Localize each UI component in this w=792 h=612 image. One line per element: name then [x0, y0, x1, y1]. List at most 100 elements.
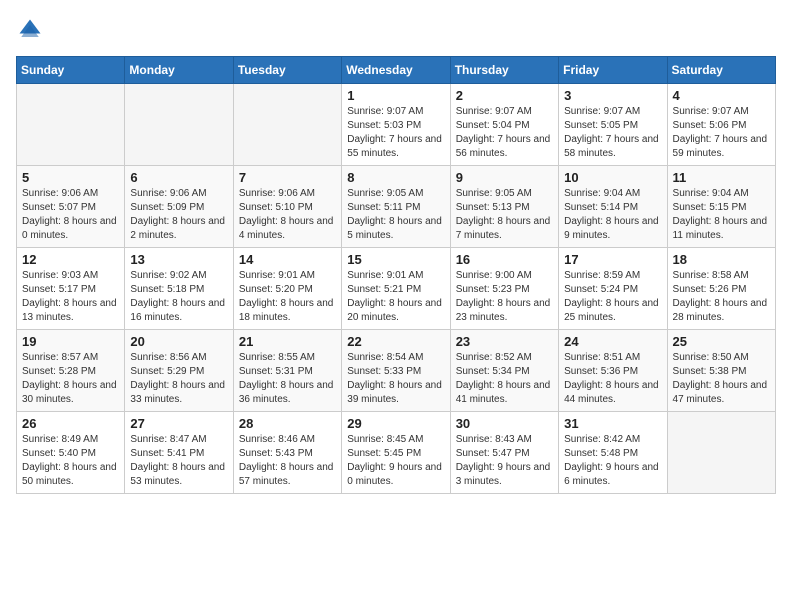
- day-info: Sunrise: 8:50 AM Sunset: 5:38 PM Dayligh…: [673, 351, 770, 407]
- day-info: Sunrise: 9:01 AM Sunset: 5:21 PM Dayligh…: [347, 269, 444, 325]
- day-number: 21: [239, 334, 336, 349]
- calendar-cell: 1 Sunrise: 9:07 AM Sunset: 5:03 PM Daylig…: [342, 84, 450, 166]
- calendar-cell: 22 Sunrise: 8:54 AM Sunset: 5:33 PM Dayli…: [342, 330, 450, 412]
- day-info: Sunrise: 8:42 AM Sunset: 5:48 PM Dayligh…: [564, 433, 661, 489]
- calendar-cell: [17, 84, 125, 166]
- calendar-cell: 5Sunrise: 9:06 AM Sunset: 5:07 PM Daylig…: [17, 166, 125, 248]
- day-info: Sunrise: 9:04 AM Sunset: 5:15 PM Dayligh…: [673, 187, 770, 243]
- calendar-week-row: 5Sunrise: 9:06 AM Sunset: 5:07 PM Daylig…: [17, 166, 776, 248]
- day-number: 25: [673, 334, 770, 349]
- day-info: Sunrise: 8:54 AM Sunset: 5:33 PM Dayligh…: [347, 351, 444, 407]
- day-info: Sunrise: 8:43 AM Sunset: 5:47 PM Dayligh…: [456, 433, 553, 489]
- logo-icon: [16, 16, 44, 44]
- day-header-thursday: Thursday: [450, 57, 558, 84]
- day-info: Sunrise: 9:06 AM Sunset: 5:07 PM Dayligh…: [22, 187, 119, 243]
- calendar-cell: 4 Sunrise: 9:07 AM Sunset: 5:06 PM Daylig…: [667, 84, 775, 166]
- calendar-week-row: 26 Sunrise: 8:49 AM Sunset: 5:40 PM Dayli…: [17, 412, 776, 494]
- calendar-cell: 3Sunrise: 9:07 AM Sunset: 5:05 PM Daylig…: [559, 84, 667, 166]
- day-info: Sunrise: 8:46 AM Sunset: 5:43 PM Dayligh…: [239, 433, 336, 489]
- day-info: Sunrise: 8:58 AM Sunset: 5:26 PM Dayligh…: [673, 269, 770, 325]
- day-number: 23: [456, 334, 553, 349]
- calendar-cell: 6Sunrise: 9:06 AM Sunset: 5:09 PM Daylig…: [125, 166, 233, 248]
- calendar-cell: 17 Sunrise: 8:59 AM Sunset: 5:24 PM Dayli…: [559, 248, 667, 330]
- calendar-week-row: 12Sunrise: 9:03 AM Sunset: 5:17 PM Dayli…: [17, 248, 776, 330]
- day-number: 31: [564, 416, 661, 431]
- calendar-cell: [125, 84, 233, 166]
- calendar-cell: 13 Sunrise: 9:02 AM Sunset: 5:18 PM Dayli…: [125, 248, 233, 330]
- page-header: [16, 16, 776, 44]
- calendar-week-row: 19 Sunrise: 8:57 AM Sunset: 5:28 PM Dayli…: [17, 330, 776, 412]
- day-number: 15: [347, 252, 444, 267]
- day-number: 7: [239, 170, 336, 185]
- calendar-cell: [233, 84, 341, 166]
- day-info: Sunrise: 8:55 AM Sunset: 5:31 PM Dayligh…: [239, 351, 336, 407]
- calendar-cell: 7 Sunrise: 9:06 AM Sunset: 5:10 PM Daylig…: [233, 166, 341, 248]
- day-info: Sunrise: 8:51 AM Sunset: 5:36 PM Dayligh…: [564, 351, 661, 407]
- day-number: 20: [130, 334, 227, 349]
- calendar-cell: 28Sunrise: 8:46 AM Sunset: 5:43 PM Dayli…: [233, 412, 341, 494]
- day-info: Sunrise: 8:47 AM Sunset: 5:41 PM Dayligh…: [130, 433, 227, 489]
- day-info: Sunrise: 9:06 AM Sunset: 5:09 PM Dayligh…: [130, 187, 227, 243]
- day-number: 2: [456, 88, 553, 103]
- calendar-cell: 10 Sunrise: 9:04 AM Sunset: 5:14 PM Dayli…: [559, 166, 667, 248]
- day-info: Sunrise: 9:07 AM Sunset: 5:04 PM Dayligh…: [456, 105, 553, 161]
- day-info: Sunrise: 9:06 AM Sunset: 5:10 PM Dayligh…: [239, 187, 336, 243]
- day-info: Sunrise: 9:01 AM Sunset: 5:20 PM Dayligh…: [239, 269, 336, 325]
- logo: [16, 16, 48, 44]
- calendar-cell: [667, 412, 775, 494]
- day-number: 1: [347, 88, 444, 103]
- day-info: Sunrise: 9:07 AM Sunset: 5:06 PM Dayligh…: [673, 105, 770, 161]
- calendar-cell: 19 Sunrise: 8:57 AM Sunset: 5:28 PM Dayli…: [17, 330, 125, 412]
- day-number: 16: [456, 252, 553, 267]
- day-number: 9: [456, 170, 553, 185]
- day-number: 11: [673, 170, 770, 185]
- day-info: Sunrise: 9:02 AM Sunset: 5:18 PM Dayligh…: [130, 269, 227, 325]
- calendar-cell: 30 Sunrise: 8:43 AM Sunset: 5:47 PM Dayli…: [450, 412, 558, 494]
- day-info: Sunrise: 9:05 AM Sunset: 5:13 PM Dayligh…: [456, 187, 553, 243]
- day-info: Sunrise: 8:52 AM Sunset: 5:34 PM Dayligh…: [456, 351, 553, 407]
- calendar-week-row: 1 Sunrise: 9:07 AM Sunset: 5:03 PM Daylig…: [17, 84, 776, 166]
- day-info: Sunrise: 9:05 AM Sunset: 5:11 PM Dayligh…: [347, 187, 444, 243]
- day-header-sunday: Sunday: [17, 57, 125, 84]
- calendar-cell: 21 Sunrise: 8:55 AM Sunset: 5:31 PM Dayli…: [233, 330, 341, 412]
- day-number: 26: [22, 416, 119, 431]
- day-header-tuesday: Tuesday: [233, 57, 341, 84]
- day-number: 18: [673, 252, 770, 267]
- calendar-cell: 16 Sunrise: 9:00 AM Sunset: 5:23 PM Dayli…: [450, 248, 558, 330]
- calendar-table: SundayMondayTuesdayWednesdayThursdayFrid…: [16, 56, 776, 494]
- day-number: 30: [456, 416, 553, 431]
- day-number: 29: [347, 416, 444, 431]
- day-number: 24: [564, 334, 661, 349]
- day-info: Sunrise: 9:04 AM Sunset: 5:14 PM Dayligh…: [564, 187, 661, 243]
- calendar-header-row: SundayMondayTuesdayWednesdayThursdayFrid…: [17, 57, 776, 84]
- day-info: Sunrise: 8:57 AM Sunset: 5:28 PM Dayligh…: [22, 351, 119, 407]
- day-number: 12: [22, 252, 119, 267]
- day-number: 14: [239, 252, 336, 267]
- day-header-saturday: Saturday: [667, 57, 775, 84]
- calendar-cell: 20Sunrise: 8:56 AM Sunset: 5:29 PM Dayli…: [125, 330, 233, 412]
- calendar-cell: 26 Sunrise: 8:49 AM Sunset: 5:40 PM Dayli…: [17, 412, 125, 494]
- calendar-cell: 23 Sunrise: 8:52 AM Sunset: 5:34 PM Dayli…: [450, 330, 558, 412]
- day-info: Sunrise: 9:00 AM Sunset: 5:23 PM Dayligh…: [456, 269, 553, 325]
- calendar-cell: 2 Sunrise: 9:07 AM Sunset: 5:04 PM Daylig…: [450, 84, 558, 166]
- day-header-friday: Friday: [559, 57, 667, 84]
- calendar-cell: 8 Sunrise: 9:05 AM Sunset: 5:11 PM Daylig…: [342, 166, 450, 248]
- calendar-cell: 29Sunrise: 8:45 AM Sunset: 5:45 PM Dayli…: [342, 412, 450, 494]
- calendar-cell: 31 Sunrise: 8:42 AM Sunset: 5:48 PM Dayli…: [559, 412, 667, 494]
- day-number: 19: [22, 334, 119, 349]
- day-info: Sunrise: 9:07 AM Sunset: 5:03 PM Dayligh…: [347, 105, 444, 161]
- day-header-wednesday: Wednesday: [342, 57, 450, 84]
- calendar-cell: 25 Sunrise: 8:50 AM Sunset: 5:38 PM Dayli…: [667, 330, 775, 412]
- day-number: 4: [673, 88, 770, 103]
- calendar-cell: 18 Sunrise: 8:58 AM Sunset: 5:26 PM Dayli…: [667, 248, 775, 330]
- day-info: Sunrise: 8:59 AM Sunset: 5:24 PM Dayligh…: [564, 269, 661, 325]
- calendar-cell: 24 Sunrise: 8:51 AM Sunset: 5:36 PM Dayli…: [559, 330, 667, 412]
- day-number: 8: [347, 170, 444, 185]
- calendar-cell: 27Sunrise: 8:47 AM Sunset: 5:41 PM Dayli…: [125, 412, 233, 494]
- day-number: 10: [564, 170, 661, 185]
- day-number: 22: [347, 334, 444, 349]
- day-info: Sunrise: 8:49 AM Sunset: 5:40 PM Dayligh…: [22, 433, 119, 489]
- day-number: 13: [130, 252, 227, 267]
- day-info: Sunrise: 9:07 AM Sunset: 5:05 PM Dayligh…: [564, 105, 661, 161]
- day-number: 17: [564, 252, 661, 267]
